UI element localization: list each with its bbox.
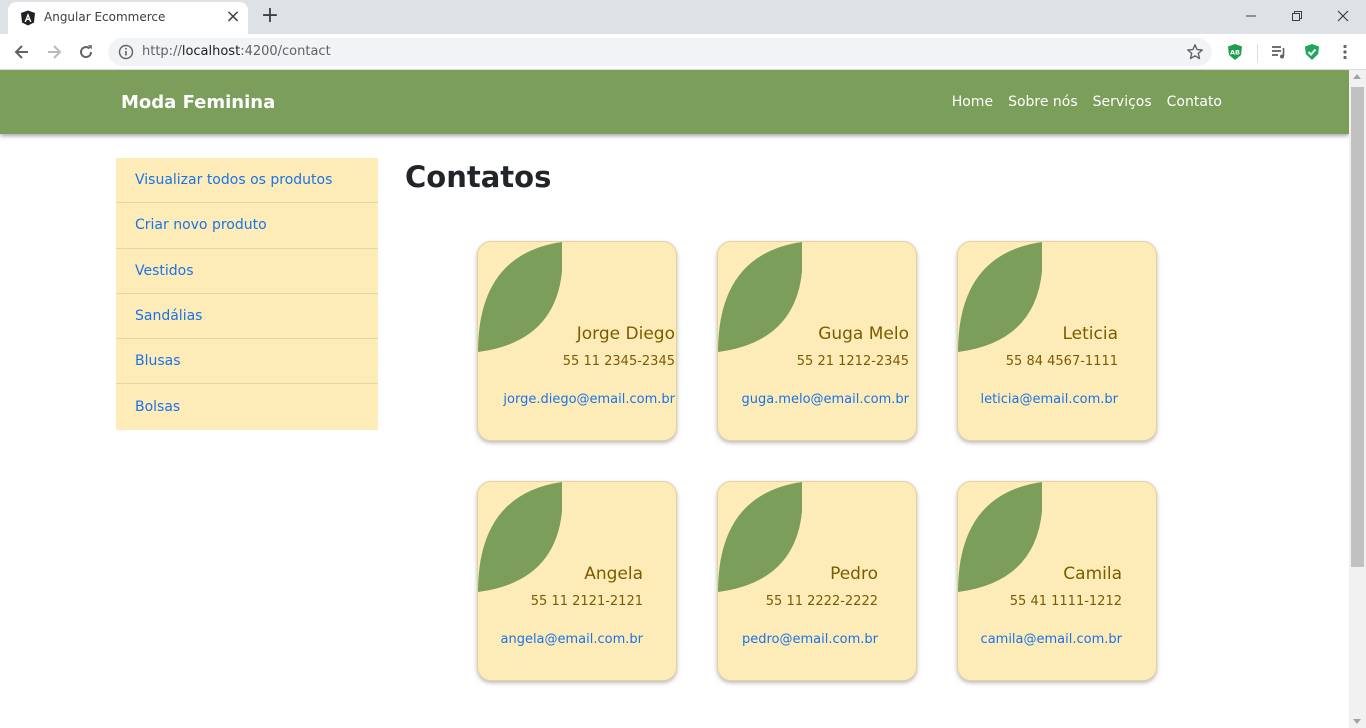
contact-name: Jorge Diego <box>576 324 675 344</box>
scroll-up-arrow-icon[interactable] <box>1353 74 1361 79</box>
browser-tab-bar: Angular Ecommerce × + <box>0 0 1366 34</box>
nav-link-contato[interactable]: Contato <box>1167 94 1222 110</box>
close-tab-icon[interactable]: × <box>223 7 243 27</box>
sidebar-item-all-products[interactable]: Visualizar todos os produtos <box>116 158 378 204</box>
shield-check-icon[interactable] <box>1302 42 1322 62</box>
contact-name: Angela <box>584 564 643 584</box>
adblock-extension-icon[interactable]: AB <box>1225 42 1245 62</box>
contact-name: Camila <box>1063 564 1122 584</box>
contact-phone: 55 11 2121-2121 <box>530 594 643 609</box>
minimize-icon[interactable] <box>1228 0 1274 32</box>
contact-card: Leticia 55 84 4567-1111 leticia@email.co… <box>957 241 1157 441</box>
restore-icon[interactable] <box>1274 0 1320 32</box>
contact-phone: 55 11 2222-2222 <box>765 594 878 609</box>
contact-name: Leticia <box>1062 324 1118 344</box>
forward-icon[interactable] <box>42 40 66 64</box>
site-nav: Home Sobre nós Serviços Contato <box>952 94 1222 110</box>
new-tab-icon[interactable]: + <box>258 5 282 29</box>
nav-link-home[interactable]: Home <box>952 94 993 110</box>
contact-card: Angela 55 11 2121-2121 angela@email.com.… <box>477 481 677 681</box>
contact-card: Guga Melo 55 21 1212-2345 guga.melo@emai… <box>717 241 917 441</box>
site-navbar: Moda Feminina Home Sobre nós Serviços Co… <box>0 70 1349 134</box>
site-brand[interactable]: Moda Feminina <box>121 92 275 113</box>
contact-card: Jorge Diego 55 11 2345-2345 jorge.diego@… <box>477 241 677 441</box>
page-scrollbar[interactable] <box>1349 70 1366 728</box>
contact-phone: 55 41 1111-1212 <box>1009 594 1122 609</box>
menu-kebab-icon[interactable] <box>1335 42 1355 62</box>
svg-text:AB: AB <box>1230 49 1240 57</box>
nav-link-servicos[interactable]: Serviços <box>1093 94 1152 110</box>
leaf-decoration-icon <box>958 242 1042 352</box>
contact-email-link[interactable]: leticia@email.com.br <box>980 392 1118 407</box>
close-window-icon[interactable] <box>1320 0 1366 32</box>
reload-icon[interactable] <box>74 40 98 64</box>
nav-link-sobre[interactable]: Sobre nós <box>1008 94 1078 110</box>
toolbar-separator <box>1257 44 1258 62</box>
contact-email-link[interactable]: pedro@email.com.br <box>742 632 878 647</box>
scroll-down-arrow-icon[interactable] <box>1353 719 1361 724</box>
sidebar-item-sandalias[interactable]: Sandálias <box>116 294 378 340</box>
contact-email-link[interactable]: jorge.diego@email.com.br <box>503 392 675 407</box>
leaf-decoration-icon <box>478 242 562 352</box>
sidebar-item-vestidos[interactable]: Vestidos <box>116 249 378 294</box>
contact-phone: 55 21 1212-2345 <box>796 354 909 369</box>
contact-email-link[interactable]: guga.melo@email.com.br <box>741 392 909 407</box>
info-icon[interactable] <box>118 44 134 60</box>
leaf-decoration-icon <box>718 242 802 352</box>
url-text: http://localhost:4200/contact <box>142 44 331 59</box>
contact-name: Pedro <box>830 564 878 584</box>
media-control-icon[interactable] <box>1269 42 1289 62</box>
leaf-decoration-icon <box>958 482 1042 592</box>
category-sidebar: Visualizar todos os produtos Criar novo … <box>116 158 378 430</box>
leaf-decoration-icon <box>478 482 562 592</box>
scroll-thumb[interactable] <box>1351 87 1364 567</box>
contact-name: Guga Melo <box>818 324 909 344</box>
browser-toolbar: http://localhost:4200/contact AB <box>0 34 1366 70</box>
bookmark-star-icon[interactable] <box>1186 43 1204 61</box>
contact-email-link[interactable]: angela@email.com.br <box>500 632 643 647</box>
page-title: Contatos <box>405 160 552 194</box>
sidebar-item-bolsas[interactable]: Bolsas <box>116 384 378 429</box>
contact-phone: 55 11 2345-2345 <box>562 354 675 369</box>
address-bar[interactable]: http://localhost:4200/contact <box>108 38 1212 66</box>
angular-favicon-icon <box>20 10 36 26</box>
sidebar-item-blusas[interactable]: Blusas <box>116 339 378 385</box>
contact-phone: 55 84 4567-1111 <box>1005 354 1118 369</box>
page-viewport: Moda Feminina Home Sobre nós Serviços Co… <box>0 70 1349 728</box>
contact-email-link[interactable]: camila@email.com.br <box>981 632 1122 647</box>
browser-tab[interactable]: Angular Ecommerce × <box>8 2 248 34</box>
contact-card: Pedro 55 11 2222-2222 pedro@email.com.br <box>717 481 917 681</box>
leaf-decoration-icon <box>718 482 802 592</box>
back-icon[interactable] <box>10 40 34 64</box>
tab-title: Angular Ecommerce <box>44 10 166 24</box>
sidebar-item-new-product[interactable]: Criar novo produto <box>116 203 378 249</box>
contact-card: Camila 55 41 1111-1212 camila@email.com.… <box>957 481 1157 681</box>
